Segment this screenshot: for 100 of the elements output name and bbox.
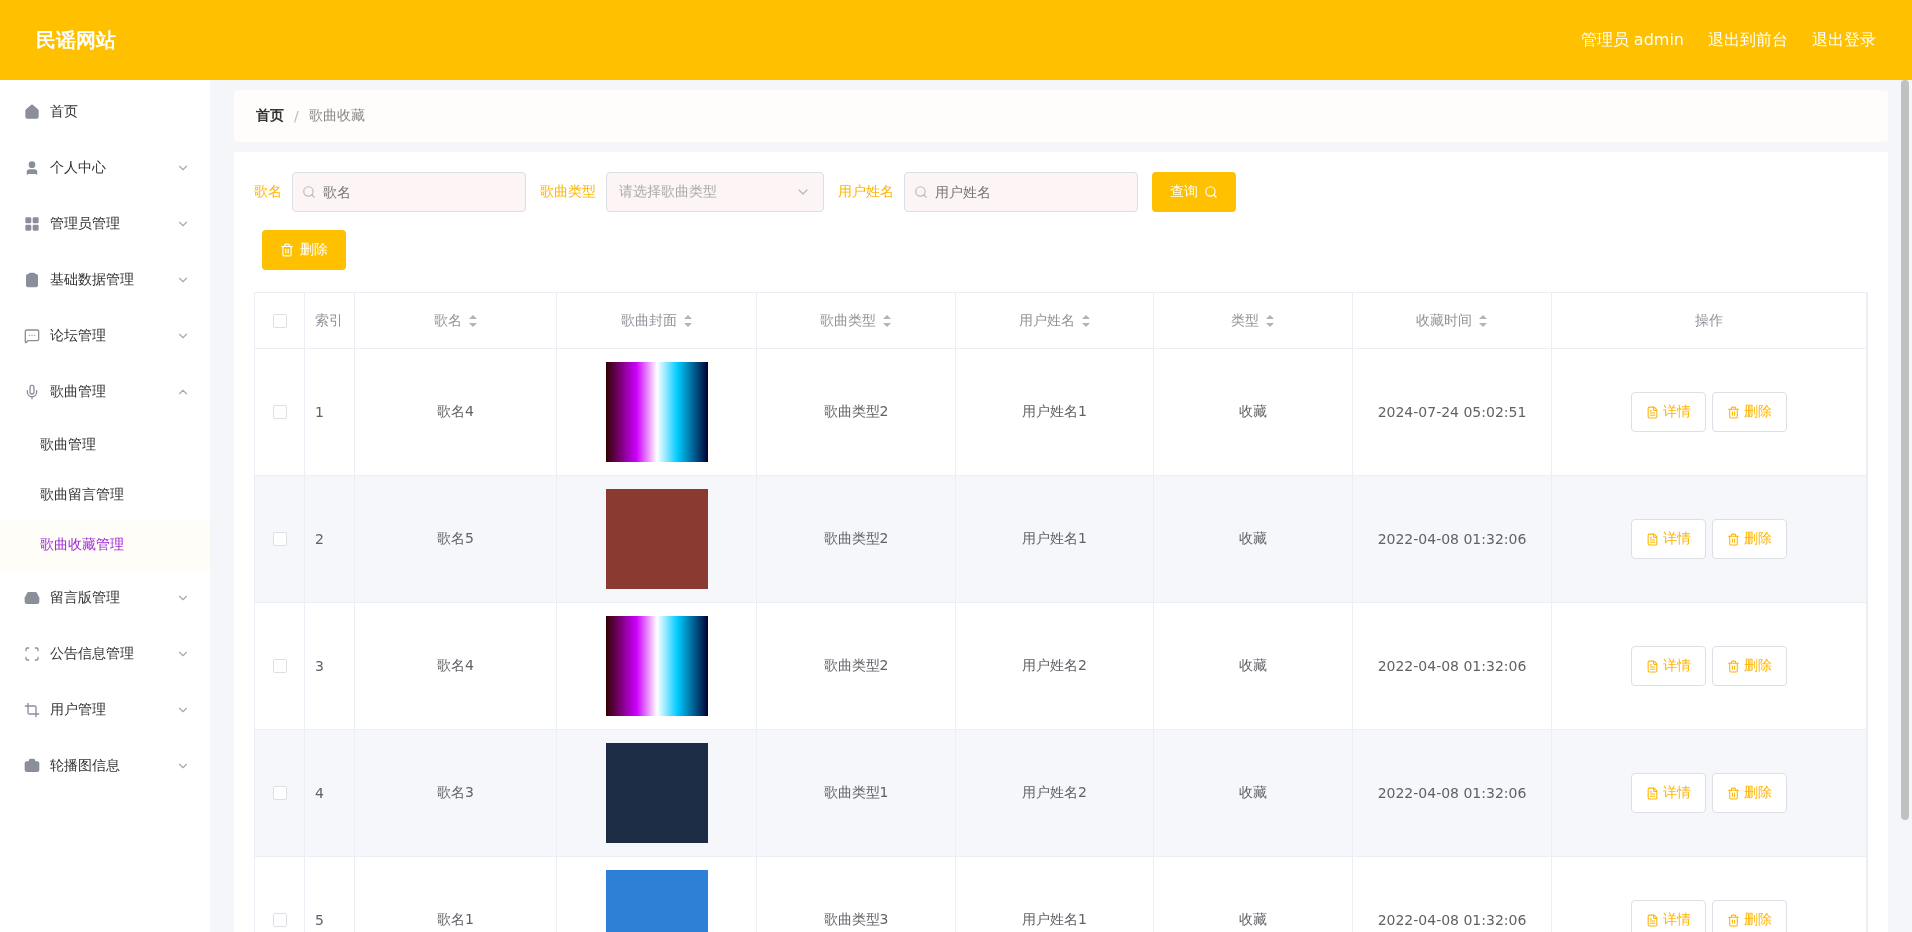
- table-cell: 用户姓名2: [1022, 657, 1087, 675]
- sort-icon[interactable]: [882, 313, 892, 328]
- table-cell: 收藏: [1239, 530, 1267, 548]
- column-header: 操作: [1695, 311, 1723, 330]
- briefcase-icon: [24, 758, 40, 774]
- delete-button[interactable]: 删除: [1712, 646, 1787, 686]
- table-cell: 2022-04-08 01:32:06: [1377, 658, 1527, 674]
- table-cell: 收藏: [1239, 657, 1267, 675]
- table-cell: 用户姓名1: [1022, 530, 1087, 548]
- table-cell: 1: [315, 404, 324, 420]
- column-header: 用户姓名: [1018, 311, 1075, 330]
- submenu-item[interactable]: 歌曲收藏管理: [0, 520, 210, 570]
- table-cell: 2022-04-08 01:32:06: [1377, 785, 1527, 801]
- column-header: 歌曲封面: [620, 311, 677, 330]
- column-header: 收藏时间: [1416, 311, 1472, 330]
- header-link[interactable]: 退出到前台: [1708, 29, 1788, 51]
- table-cell: 歌曲类型1: [823, 784, 889, 802]
- crop-icon: [24, 702, 40, 718]
- sidebar-item[interactable]: 论坛管理: [0, 308, 210, 364]
- table-cell: 歌曲类型3: [823, 911, 889, 929]
- table-cell: 4: [315, 785, 324, 801]
- grid-icon: [24, 216, 40, 232]
- sidebar-item[interactable]: 管理员管理: [0, 196, 210, 252]
- details-button[interactable]: 详情: [1631, 900, 1706, 932]
- search-icon: [914, 185, 928, 199]
- table-cell: 歌曲类型2: [823, 657, 889, 675]
- field-label: 用户姓名: [838, 183, 894, 201]
- document-icon: [1646, 913, 1659, 927]
- sidebar-item[interactable]: 留言版管理: [0, 570, 210, 626]
- tray-icon: [24, 590, 40, 606]
- delete-button[interactable]: 删除: [262, 230, 346, 270]
- table-cell: 歌名4: [437, 403, 474, 421]
- table-cell: 5: [315, 912, 324, 928]
- field-label: 歌曲类型: [540, 183, 596, 201]
- sort-icon[interactable]: [467, 313, 478, 328]
- delete-button[interactable]: 删除: [1712, 392, 1787, 432]
- table-cell: 2022-04-08 01:32:06: [1377, 912, 1527, 928]
- table-cell: 用户姓名2: [1022, 784, 1087, 802]
- search-button[interactable]: 查询: [1152, 172, 1236, 212]
- delete-button[interactable]: 删除: [1712, 773, 1787, 813]
- search-icon: [1204, 185, 1218, 199]
- submenu-item[interactable]: 歌曲管理: [0, 420, 210, 470]
- header-link[interactable]: 管理员 admin: [1580, 29, 1684, 51]
- sidebar-item[interactable]: 轮播图信息: [0, 738, 210, 794]
- chat-icon: [24, 328, 40, 344]
- sort-icon[interactable]: [1265, 313, 1275, 328]
- sort-icon[interactable]: [1080, 313, 1091, 328]
- checkbox[interactable]: [272, 313, 287, 328]
- trash-icon: [1727, 659, 1740, 673]
- document-icon: [1646, 786, 1659, 800]
- column-header: 歌名: [433, 311, 462, 330]
- checkbox[interactable]: [272, 405, 287, 419]
- table-cell: 收藏: [1239, 784, 1267, 802]
- user-icon: [24, 160, 40, 176]
- sidebar-item[interactable]: 歌曲管理: [0, 364, 210, 420]
- details-button[interactable]: 详情: [1631, 773, 1706, 813]
- trash-icon: [280, 243, 294, 257]
- checkbox[interactable]: [272, 913, 287, 927]
- sort-icon[interactable]: [682, 313, 693, 328]
- sidebar-item[interactable]: 个人中心: [0, 140, 210, 196]
- table-cell: 用户姓名1: [1022, 403, 1087, 421]
- checkbox[interactable]: [272, 786, 287, 800]
- table-cell: 收藏: [1239, 911, 1267, 929]
- table-cell: 3: [315, 658, 324, 674]
- trash-icon: [1727, 786, 1740, 800]
- sidebar-item[interactable]: 基础数据管理: [0, 252, 210, 308]
- input-field[interactable]: 用户姓名: [904, 172, 1138, 212]
- column-header: 类型: [1231, 311, 1259, 330]
- sidebar-item[interactable]: 用户管理: [0, 682, 210, 738]
- table-cell: 歌名4: [437, 657, 474, 675]
- submenu-item[interactable]: 歌曲留言管理: [0, 470, 210, 520]
- select-field[interactable]: 请选择歌曲类型: [606, 172, 824, 212]
- details-button[interactable]: 详情: [1631, 392, 1706, 432]
- table-cell: 2: [315, 531, 324, 547]
- delete-button[interactable]: 删除: [1712, 900, 1787, 932]
- table-cell: 用户姓名1: [1022, 911, 1087, 929]
- sidebar-item[interactable]: 首页: [0, 84, 210, 140]
- site-title: 民谣网站: [36, 26, 116, 54]
- microphone-icon: [24, 384, 40, 400]
- search-icon: [302, 185, 316, 199]
- breadcrumb-current: 歌曲收藏: [308, 107, 365, 125]
- checkbox[interactable]: [272, 659, 287, 673]
- column-header: 歌曲类型: [820, 311, 876, 330]
- trash-icon: [1727, 532, 1740, 546]
- checkbox[interactable]: [272, 532, 287, 546]
- header-link[interactable]: 退出登录: [1812, 29, 1876, 51]
- delete-button[interactable]: 删除: [1712, 519, 1787, 559]
- document-icon: [1646, 405, 1659, 419]
- sort-icon[interactable]: [1478, 313, 1488, 328]
- table-cell: 收藏: [1239, 403, 1267, 421]
- breadcrumb-link[interactable]: 首页: [256, 107, 284, 125]
- table-cell: 2022-04-08 01:32:06: [1377, 531, 1527, 547]
- details-button[interactable]: 详情: [1631, 519, 1706, 559]
- document-icon: [1646, 659, 1659, 673]
- table-cell: 2024-07-24 05:02:51: [1377, 404, 1527, 420]
- details-button[interactable]: 详情: [1631, 646, 1706, 686]
- input-field[interactable]: 歌名: [292, 172, 526, 212]
- sidebar-item[interactable]: 公告信息管理: [0, 626, 210, 682]
- scrollbar[interactable]: [1901, 80, 1909, 820]
- table-cell: 歌曲类型2: [823, 403, 889, 421]
